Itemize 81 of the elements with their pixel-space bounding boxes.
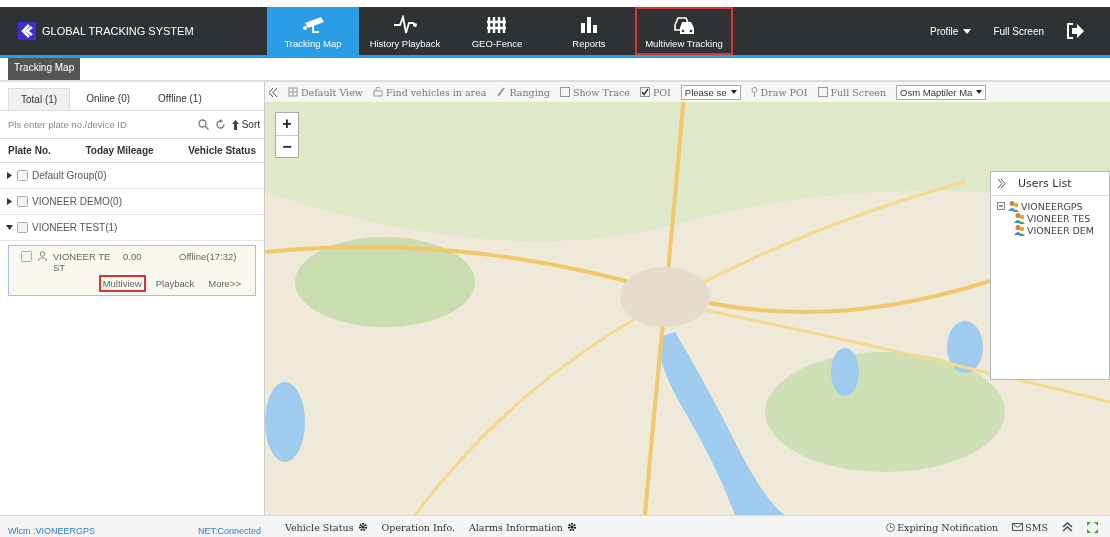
toolbar-button[interactable]: Find vehicles in area <box>372 86 487 98</box>
action-link[interactable]: Playback <box>151 275 199 292</box>
toolbar-checkbox[interactable]: Show Trace <box>559 86 630 98</box>
user-name[interactable]: VIONEER TES <box>1027 212 1091 224</box>
panel-title: Users List <box>1018 177 1072 190</box>
full-screen-link[interactable]: Full Screen <box>993 25 1044 37</box>
status-link[interactable]: Expiring Notification <box>886 521 999 533</box>
group-name[interactable]: VIONEER DEMO(0) <box>32 196 122 207</box>
filter-tab[interactable]: Offline (1) <box>146 88 214 110</box>
caret-icon <box>976 90 983 94</box>
settings-icon <box>567 522 577 532</box>
checkbox[interactable] <box>17 170 28 181</box>
plate-number: VIONEER TEST <box>53 251 111 273</box>
vehicle-status: Offline(17:32) <box>179 251 237 264</box>
logo-icon <box>18 22 36 40</box>
collapse-icon[interactable] <box>269 87 278 97</box>
toolbar-button[interactable]: Draw POI <box>750 86 808 98</box>
checkbox[interactable] <box>21 251 32 262</box>
page-tab[interactable]: Tracking Map <box>8 58 81 80</box>
user-name[interactable]: VIONEERGPS <box>1021 200 1083 212</box>
nav-tab[interactable]: History Playback <box>359 7 451 55</box>
action-link[interactable]: Multiview <box>98 275 146 292</box>
grid-icon <box>288 87 298 97</box>
panel-tab[interactable]: Alarms Information <box>468 521 577 533</box>
profile-menu[interactable]: Profile <box>930 25 972 37</box>
chevrons-up-icon[interactable] <box>1062 522 1073 532</box>
settings-icon <box>357 522 368 532</box>
users-icon <box>1007 200 1019 212</box>
collapsed-icon[interactable] <box>6 198 13 205</box>
sort-button[interactable]: Sort <box>231 119 260 130</box>
nav-tab[interactable]: GEO-Fence <box>451 7 543 55</box>
checkbox[interactable] <box>17 222 28 233</box>
group-name[interactable]: Default Group(0) <box>32 170 107 181</box>
vehicle-row[interactable]: VIONEER TEST 0.00 Offline(17:32) Multiview Playback More>> <box>8 245 256 296</box>
pin-icon <box>750 87 758 97</box>
arrow-up-icon <box>231 119 239 130</box>
users-icon <box>1013 212 1025 224</box>
lock-icon <box>372 87 383 97</box>
mail-icon <box>1012 523 1024 531</box>
column-header: Today Mileage <box>85 145 154 156</box>
person-icon <box>38 251 47 261</box>
caret-icon <box>963 28 972 34</box>
users-icon <box>1013 224 1025 236</box>
nav-tab[interactable]: Reports <box>543 7 635 55</box>
camera-icon <box>301 15 325 35</box>
expanded-icon[interactable] <box>6 224 13 231</box>
fence-icon <box>485 15 509 35</box>
logout-icon[interactable] <box>1066 23 1084 39</box>
status-link[interactable]: SMS <box>1012 521 1048 533</box>
panel-tab[interactable]: Operation Info. <box>381 521 455 533</box>
nav-tab[interactable]: Multiview Tracking <box>635 7 733 55</box>
expand-icon[interactable] <box>997 179 1006 188</box>
toolbar-button[interactable]: Ranging <box>496 86 550 98</box>
filter-tab[interactable]: Total (1) <box>8 88 71 110</box>
toolbar-checkbox[interactable]: POI <box>639 86 671 98</box>
toolbar-button[interactable]: Default View <box>288 86 363 98</box>
refresh-icon[interactable] <box>214 119 226 130</box>
toolbar-checkbox[interactable]: Full Screen <box>817 86 887 98</box>
collapsed-icon[interactable] <box>6 172 13 179</box>
clock-icon <box>886 522 896 532</box>
caret-icon <box>730 90 737 94</box>
group-name[interactable]: VIONEER TEST(1) <box>32 222 118 233</box>
filter-tab[interactable]: Online (0) <box>74 88 143 110</box>
minus-box-icon[interactable] <box>997 202 1005 210</box>
column-header: Plate No. <box>8 145 51 156</box>
column-header: Vehicle Status <box>188 145 256 156</box>
checkbox[interactable] <box>17 196 28 207</box>
dropdown[interactable]: Please se <box>680 84 741 100</box>
dropdown[interactable]: Osm Maptiler Ma <box>896 84 987 100</box>
mileage: 0.00 <box>122 251 143 264</box>
cars-icon <box>672 15 696 35</box>
search-icon[interactable] <box>197 119 209 130</box>
connection-status: NET:Connected <box>197 526 261 537</box>
expand-arrows-icon[interactable] <box>1087 521 1098 533</box>
app-title: GLOBAL TRACKING SYSTEM <box>42 25 194 37</box>
ruler-icon <box>496 87 507 97</box>
pulse-icon <box>393 15 417 35</box>
user-name[interactable]: VIONEER DEM <box>1027 224 1095 236</box>
panel-tab[interactable]: Vehicle Status <box>285 521 368 533</box>
welcome-text: Wlcm :VIONEERGPS <box>8 526 95 537</box>
action-link[interactable]: More>> <box>204 275 245 292</box>
